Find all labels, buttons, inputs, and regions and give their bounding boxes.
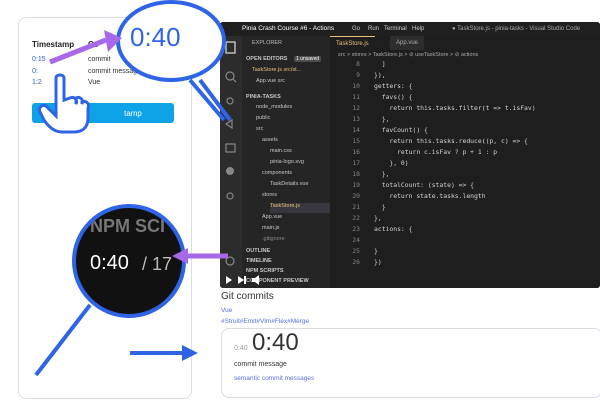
- annotation-lines: [34, 78, 232, 377]
